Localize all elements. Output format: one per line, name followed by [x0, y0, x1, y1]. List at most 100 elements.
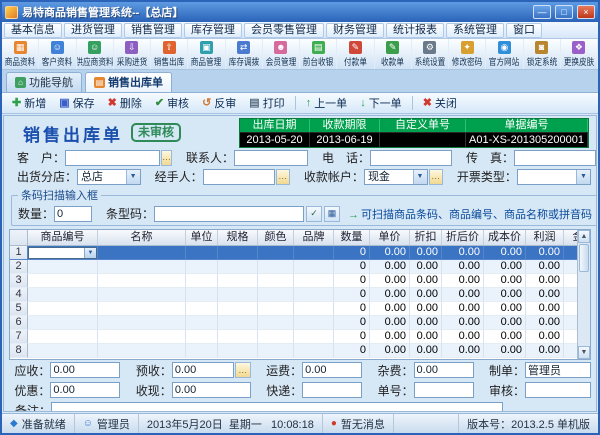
menu-item-0[interactable]: 基本信息 [4, 23, 62, 38]
table-cell[interactable] [218, 344, 258, 358]
row-number[interactable]: 7 [10, 330, 28, 344]
table-cell[interactable] [564, 260, 577, 274]
menu-item-7[interactable]: 系统管理 [446, 23, 504, 38]
table-cell[interactable]: 0.00 [370, 288, 410, 302]
table-cell[interactable]: 0.00 [442, 330, 484, 344]
table-cell[interactable] [258, 302, 294, 316]
barcode-settings-button[interactable]: ▦ [324, 206, 340, 222]
table-cell[interactable] [98, 274, 186, 288]
table-cell[interactable] [186, 260, 218, 274]
column-header[interactable]: 单价 [370, 230, 410, 245]
table-cell[interactable] [98, 246, 186, 260]
row-number[interactable]: 6 [10, 316, 28, 330]
column-header[interactable]: 商品编号 [28, 230, 98, 245]
table-cell[interactable]: 0.00 [484, 316, 526, 330]
purchase-in-button[interactable]: ⇩采购进货 [114, 39, 151, 69]
table-cell[interactable] [186, 330, 218, 344]
table-cell[interactable] [186, 316, 218, 330]
table-row[interactable]: 400.000.000.000.000.00 [10, 288, 577, 302]
invoice-type-combobox[interactable]: ▼ [517, 169, 591, 185]
table-cell[interactable] [258, 288, 294, 302]
column-header[interactable]: 利润 [526, 230, 564, 245]
table-cell[interactable] [186, 302, 218, 316]
prev-order-button[interactable]: ↑上一单 [300, 93, 354, 113]
table-cell[interactable]: 0.00 [526, 274, 564, 288]
table-cell[interactable]: 0.00 [526, 344, 564, 358]
unaudit-button[interactable]: ↺反审 [196, 93, 242, 113]
table-row[interactable]: 200.000.000.000.000.00 [10, 260, 577, 274]
header-table-value[interactable] [380, 132, 466, 147]
table-cell[interactable]: 0 [334, 288, 370, 302]
table-cell[interactable]: 0.00 [484, 344, 526, 358]
branch-combobox[interactable]: 总店 ▼ [77, 169, 141, 185]
table-cell[interactable] [98, 344, 186, 358]
next-order-button[interactable]: ↓下一单 [354, 93, 408, 113]
table-cell[interactable] [564, 316, 577, 330]
table-row[interactable]: 600.000.000.000.000.00 [10, 316, 577, 330]
handler-lookup-button[interactable]: … [276, 169, 290, 185]
table-cell[interactable]: 0.00 [442, 302, 484, 316]
password-key-button[interactable]: ✦修改密码 [449, 39, 486, 69]
cash-received-input[interactable] [172, 382, 251, 398]
table-cell[interactable] [564, 246, 577, 260]
scroll-thumb[interactable] [579, 244, 589, 272]
menu-item-6[interactable]: 统计报表 [386, 23, 444, 38]
prepaid-select-button[interactable]: … [235, 362, 251, 378]
table-row[interactable]: 800.000.000.000.000.00 [10, 344, 577, 358]
table-cell[interactable] [258, 330, 294, 344]
product-code-combobox[interactable]: ▼ [28, 247, 97, 259]
table-cell[interactable]: 0.00 [442, 274, 484, 288]
receivable-input[interactable] [50, 362, 120, 378]
table-cell[interactable]: 0.00 [410, 246, 442, 260]
add-button[interactable]: ✚新增 [6, 93, 52, 113]
table-cell[interactable]: 0.00 [526, 260, 564, 274]
table-cell[interactable]: 0.00 [410, 344, 442, 358]
table-cell[interactable] [218, 302, 258, 316]
table-cell[interactable]: 0.00 [370, 302, 410, 316]
table-cell[interactable]: ▼ [28, 246, 98, 260]
payment-button[interactable]: ✎付款单 [337, 39, 374, 69]
row-number[interactable]: 4 [10, 288, 28, 302]
table-cell[interactable] [186, 288, 218, 302]
table-cell[interactable] [564, 274, 577, 288]
table-cell[interactable]: 0.00 [442, 288, 484, 302]
column-header[interactable]: 数量 [334, 230, 370, 245]
goods-button[interactable]: ▦商品资料 [2, 39, 39, 69]
table-cell[interactable]: 0 [334, 302, 370, 316]
close-form-button[interactable]: ✖关闭 [417, 93, 463, 113]
table-cell[interactable]: 0.00 [526, 246, 564, 260]
table-cell[interactable]: 0.00 [484, 274, 526, 288]
table-cell[interactable] [564, 344, 577, 358]
table-cell[interactable] [218, 260, 258, 274]
row-number[interactable]: 1 [10, 246, 28, 260]
table-cell[interactable] [294, 344, 334, 358]
cashier-button[interactable]: ▤前台收银 [300, 39, 337, 69]
table-cell[interactable] [258, 316, 294, 330]
menu-item-5[interactable]: 财务管理 [326, 23, 384, 38]
sales-out-button[interactable]: ⇧销售出库 [151, 39, 188, 69]
table-cell[interactable]: 0.00 [526, 288, 564, 302]
close-button[interactable]: × [577, 5, 595, 19]
table-cell[interactable]: 0.00 [370, 274, 410, 288]
table-cell[interactable] [186, 344, 218, 358]
settings-gear-button[interactable]: ⚙系统设置 [412, 39, 449, 69]
table-cell[interactable]: 0.00 [410, 330, 442, 344]
table-cell[interactable] [28, 330, 98, 344]
supplier-button[interactable]: ☺供应商资料 [77, 39, 114, 69]
table-cell[interactable]: 0 [334, 330, 370, 344]
menu-item-2[interactable]: 销售管理 [124, 23, 182, 38]
table-cell[interactable] [294, 288, 334, 302]
customer-lookup-button[interactable]: … [161, 150, 172, 166]
table-cell[interactable] [98, 330, 186, 344]
phone-input[interactable] [370, 150, 452, 166]
table-cell[interactable] [258, 344, 294, 358]
table-cell[interactable] [258, 246, 294, 260]
table-cell[interactable] [28, 260, 98, 274]
table-cell[interactable]: 0 [334, 260, 370, 274]
discount-input[interactable] [50, 382, 120, 398]
table-cell[interactable]: 0.00 [526, 316, 564, 330]
menu-item-4[interactable]: 会员零售管理 [244, 23, 324, 38]
handler-input[interactable] [203, 169, 275, 185]
table-cell[interactable]: 0.00 [370, 316, 410, 330]
receipt-button[interactable]: ✎收款单 [375, 39, 412, 69]
